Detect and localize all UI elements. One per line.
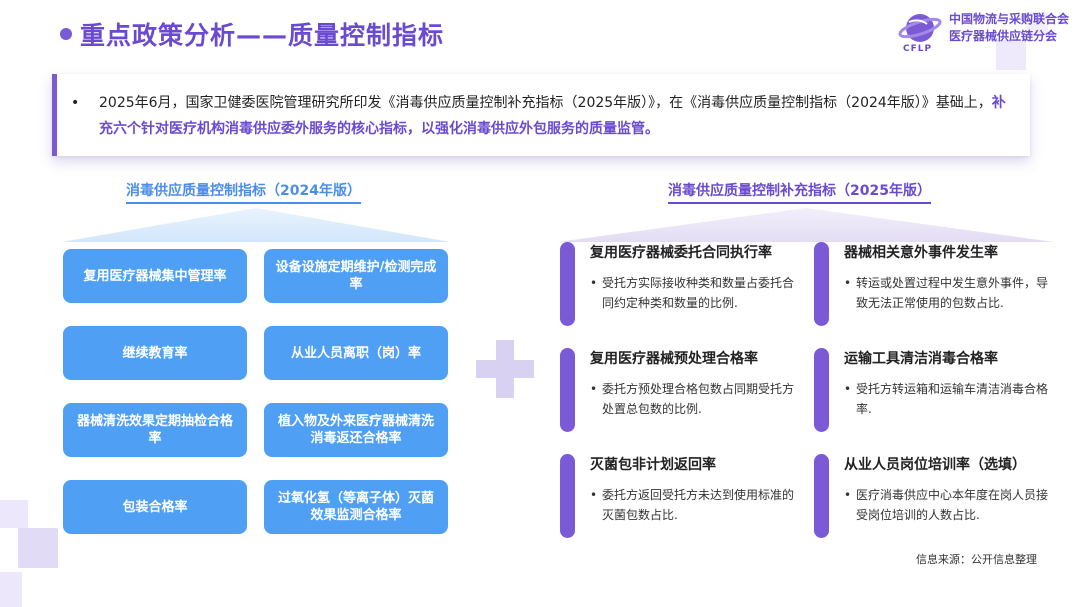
card-title: 从业人员岗位培训率（选填） <box>844 457 1026 473</box>
decor-square <box>0 572 22 607</box>
org-logo: CFLP 中国物流与采购联合会 医疗器械供应链分会 <box>893 6 1073 58</box>
intro-text-plain: 2025年6月，国家卫健委医院管理研究所印发《消毒供应质量控制补充指标（2025… <box>99 95 992 111</box>
decor-square <box>18 528 58 568</box>
card-title: 器械相关意外事件发生率 <box>844 245 998 261</box>
indicator-button[interactable]: 设备设施定期维护/检测完成率 <box>264 249 448 303</box>
indicator-button[interactable]: 从业人员离职（岗）率 <box>264 326 448 380</box>
card-title: 复用医疗器械委托合同执行率 <box>590 245 772 261</box>
card-accent-bar <box>560 242 575 326</box>
indicator-button[interactable]: 继续教育率 <box>63 326 247 380</box>
card-body: 受托方实际接收种类和数量占委托合同约定种类和数量的比例. <box>590 273 802 313</box>
supplement-card: 灭菌包非计划返回率 委托方返回受托方未达到使用标准的灭菌包数占比. <box>560 454 805 540</box>
right-section-heading: 消毒供应质量控制补充指标（2025年版） <box>668 180 931 204</box>
card-accent-bar <box>560 454 575 538</box>
card-body: 医疗消毒供应中心本年度在岗人员接受岗位培训的人数占比. <box>844 485 1056 525</box>
supplement-card: 从业人员岗位培训率（选填） 医疗消毒供应中心本年度在岗人员接受岗位培训的人数占比… <box>814 454 1059 540</box>
left-fan-shape <box>62 208 450 242</box>
card-body: 转运或处置过程中发生意外事件，导致无法正常使用的包数占比. <box>844 273 1056 313</box>
supplement-card: 器械相关意外事件发生率 转运或处置过程中发生意外事件，导致无法正常使用的包数占比… <box>814 242 1059 328</box>
left-section-heading: 消毒供应质量控制指标（2024年版） <box>126 180 361 204</box>
card-accent-bar <box>560 348 575 432</box>
logo-caption: CFLP <box>903 44 933 54</box>
source-note: 信息来源：公开信息整理 <box>916 553 1037 566</box>
card-body: 委托方预处理合格包数占同期受托方处置总包数的比例. <box>590 379 802 419</box>
supplement-card: 运输工具清洁消毒合格率 受托方转运箱和运输车清洁消毒合格率. <box>814 348 1059 434</box>
title-dot-icon <box>60 28 72 40</box>
page-header: 重点政策分析——质量控制指标 <box>60 16 444 52</box>
decor-square <box>0 500 28 528</box>
indicator-button[interactable]: 复用医疗器械集中管理率 <box>63 249 247 303</box>
indicator-button[interactable]: 器械清洗效果定期抽检合格率 <box>63 403 247 457</box>
plus-icon <box>476 340 534 398</box>
card-title: 灭菌包非计划返回率 <box>590 457 716 473</box>
card-accent-bar <box>814 454 829 538</box>
card-accent-bar <box>814 348 829 432</box>
card-body: 委托方返回受托方未达到使用标准的灭菌包数占比. <box>590 485 802 525</box>
supplement-card: 复用医疗器械预处理合格率 委托方预处理合格包数占同期受托方处置总包数的比例. <box>560 348 805 434</box>
indicator-button[interactable]: 过氧化氢（等离子体）灭菌效果监测合格率 <box>264 480 448 534</box>
org-name-line1: 中国物流与采购联合会 <box>949 12 1070 26</box>
card-title: 运输工具清洁消毒合格率 <box>844 351 998 367</box>
page-title: 重点政策分析——质量控制指标 <box>80 21 445 50</box>
card-title: 复用医疗器械预处理合格率 <box>590 351 758 367</box>
supplement-card: 复用医疗器械委托合同执行率 受托方实际接收种类和数量占委托合同约定种类和数量的比… <box>560 242 805 328</box>
card-body: 受托方转运箱和运输车清洁消毒合格率. <box>844 379 1056 419</box>
indicator-button[interactable]: 植入物及外来医疗器械清洗消毒返还合格率 <box>264 403 448 457</box>
intro-box: • 2025年6月，国家卫健委医院管理研究所印发《消毒供应质量控制补充指标（20… <box>52 74 1030 156</box>
right-fan-shape <box>558 208 1054 242</box>
intro-bullet: • <box>71 95 80 111</box>
indicator-button[interactable]: 包装合格率 <box>63 480 247 534</box>
intro-text: 2025年6月，国家卫健委医院管理研究所印发《消毒供应质量控制补充指标（2025… <box>79 90 1012 142</box>
card-accent-bar <box>814 242 829 326</box>
org-name-line2: 医疗器械供应链分会 <box>949 29 1058 43</box>
